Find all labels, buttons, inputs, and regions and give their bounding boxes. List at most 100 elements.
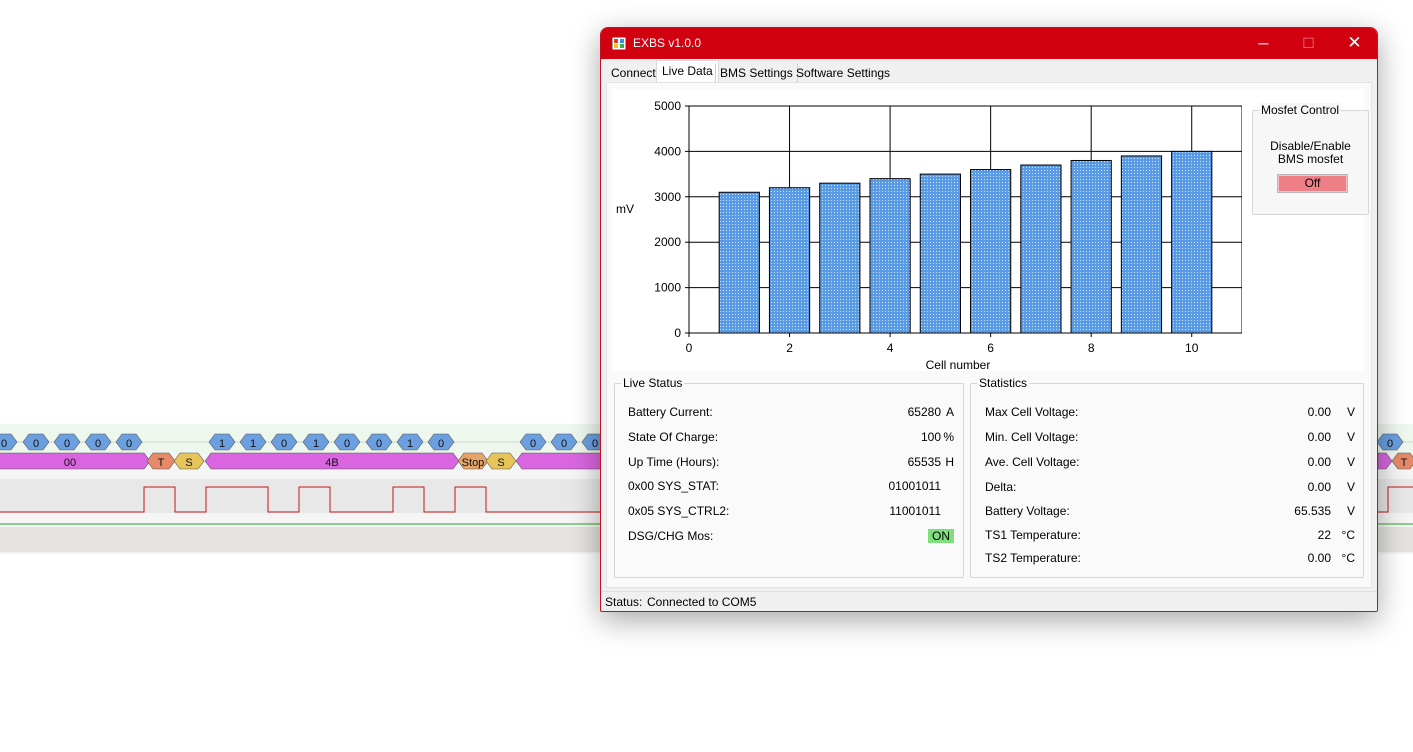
live-status-value: 100%: [855, 430, 954, 444]
statistics-value: 0.00: [1307, 430, 1331, 444]
live-status-label: State Of Charge:: [628, 430, 719, 444]
live-status-number: 65535: [907, 455, 941, 469]
live-status-label: DSG/CHG Mos:: [628, 529, 714, 543]
tab-software-settings[interactable]: Software Settings: [791, 63, 895, 83]
statistics-value: 22: [1317, 528, 1331, 542]
statistics-value: 0.00: [1307, 551, 1331, 565]
live-status-unit: H: [945, 455, 954, 469]
s-marker-label: S: [185, 457, 192, 469]
bit-marker-label: 0: [438, 438, 444, 450]
live-status-label: Battery Current:: [628, 405, 713, 419]
live-status-value: 65535 H: [855, 455, 954, 469]
bit-marker-label: 0: [561, 438, 567, 450]
tab-live-data[interactable]: Live Data: [656, 60, 719, 84]
live-status-label: 0x00 SYS_STAT:: [628, 479, 719, 493]
byte-marker-label: 00: [64, 457, 76, 469]
cell-bar-8: [1070, 159, 1112, 334]
x-tick-label: 10: [1185, 341, 1199, 355]
title-bar[interactable]: EXBS v1.0.0 ─ ☐ ✕: [601, 28, 1377, 59]
statistics-label: Max Cell Voltage:: [985, 405, 1079, 419]
bit-marker-label: 0: [281, 438, 287, 450]
t-marker-label: T: [158, 457, 165, 469]
bit-marker-label: 0: [344, 438, 350, 450]
cell-bar-5: [919, 173, 961, 334]
tab-bms-settings[interactable]: BMS Settings: [715, 63, 798, 83]
statistics-title: Statistics: [977, 376, 1030, 390]
live-status-value: 65280 A: [855, 405, 954, 419]
x-tick-label: 6: [987, 341, 994, 355]
bit-marker-label: 0: [530, 438, 536, 450]
app-icon: [612, 37, 626, 50]
cell-bar-10: [1171, 150, 1213, 334]
statistics-value: 0.00: [1307, 455, 1331, 469]
cell-bar-2: [768, 187, 811, 334]
statistics-unit: V: [1346, 504, 1355, 518]
y-tick-label: 3000: [654, 190, 681, 204]
bit-marker-label: 0: [126, 438, 132, 450]
statistics-value: 0.00: [1307, 405, 1331, 419]
statistics-label: TS1 Temperature:: [985, 528, 1081, 542]
statistics-unit: V: [1346, 480, 1355, 494]
mos-status-badge: ON: [928, 529, 954, 543]
mosfet-description-line2: BMS mosfet: [1277, 152, 1344, 166]
bit-marker-label: 0: [33, 438, 39, 450]
mosfet-group-title: Mosfet Control: [1259, 103, 1342, 117]
status-label: Status:: [605, 595, 643, 609]
x-tick-label: 4: [887, 341, 894, 355]
status-value: Connected to COM5: [647, 595, 757, 609]
live-status-label: Up Time (Hours):: [628, 455, 720, 469]
live-status-value: 11001011: [855, 504, 954, 518]
y-tick-label: 4000: [654, 144, 681, 158]
bit-marker-label: 0: [64, 438, 70, 450]
bit-marker-label: 1: [407, 438, 413, 450]
minimize-button[interactable]: ─: [1241, 28, 1286, 59]
bit-marker-label: 0: [592, 438, 598, 450]
stop-marker-label: Stop: [462, 457, 485, 469]
live-status-value: 01001011: [855, 479, 954, 493]
y-tick-label: 2000: [654, 235, 681, 249]
mosfet-toggle-button[interactable]: Off: [1277, 174, 1348, 193]
cell-voltage-chart: 0 1000 2000 3000 4000 5000 0 2 4 6 8 10 mV Cell num…: [612, 89, 1369, 371]
cell-bar-6: [970, 169, 1012, 334]
statistics-unit: °C: [1341, 528, 1355, 542]
statistics-unit: V: [1346, 430, 1355, 444]
maximize-button[interactable]: ☐: [1286, 28, 1331, 59]
live-data-panel: 0 1000 2000 3000 4000 5000 0 2 4 6 8 10 mV Cell num…: [606, 82, 1372, 588]
cell-bar-7: [1020, 164, 1062, 334]
live-status-number: 65280: [907, 405, 941, 419]
y-tick-label: 1000: [654, 281, 681, 295]
live-status-number: 01001011: [888, 479, 942, 493]
cell-bar-1: [718, 191, 760, 334]
cell-bar-4: [869, 178, 911, 334]
mosfet-description: Disable/Enable BMS mosfet: [1253, 140, 1368, 166]
live-status-label: 0x05 SYS_CTRL2:: [628, 504, 730, 518]
x-axis-label: Cell number: [926, 358, 991, 371]
bit-marker-label: 0: [1, 438, 7, 450]
y-tick-label: 0: [674, 326, 681, 340]
chart-svg: 0 1000 2000 3000 4000 5000 0 2 4 6 8 10 mV Cell num…: [616, 99, 1242, 371]
y-axis-label: mV: [616, 202, 634, 216]
statistics-unit: V: [1346, 455, 1355, 469]
byte-marker-partial: [515, 452, 606, 470]
close-button[interactable]: ✕: [1332, 28, 1377, 59]
bit-marker-label: 1: [250, 438, 256, 450]
x-tick-label: 2: [786, 341, 793, 355]
status-bar: Status: Connected to COM5: [601, 591, 1377, 611]
tab-connect[interactable]: Connect: [606, 63, 661, 83]
statistics-group: Statistics Max Cell Voltage: 0.00 V Min. Ce…: [970, 376, 1364, 578]
x-tick-label: 0: [686, 341, 693, 355]
app-window: EXBS v1.0.0 ─ ☐ ✕ Connect Live Data BMS …: [600, 27, 1378, 612]
live-status-group: Live Status Battery Current: 65280 A State …: [614, 376, 964, 578]
statistics-unit: °C: [1341, 551, 1355, 565]
byte-marker-label: 4B: [325, 457, 338, 469]
bit-marker-label: 0: [376, 438, 382, 450]
live-status-number: 100: [920, 430, 941, 444]
live-status-unit: %: [943, 430, 954, 444]
bit-marker-label: 1: [219, 438, 225, 450]
statistics-label: Min. Cell Voltage:: [985, 430, 1079, 444]
x-tick-label: 8: [1088, 341, 1095, 355]
cell-bar-3: [819, 182, 861, 334]
statistics-label: TS2 Temperature:: [985, 551, 1081, 565]
statistics-label: Battery Voltage:: [985, 504, 1070, 518]
statistics-label: Ave. Cell Voltage:: [985, 455, 1080, 469]
